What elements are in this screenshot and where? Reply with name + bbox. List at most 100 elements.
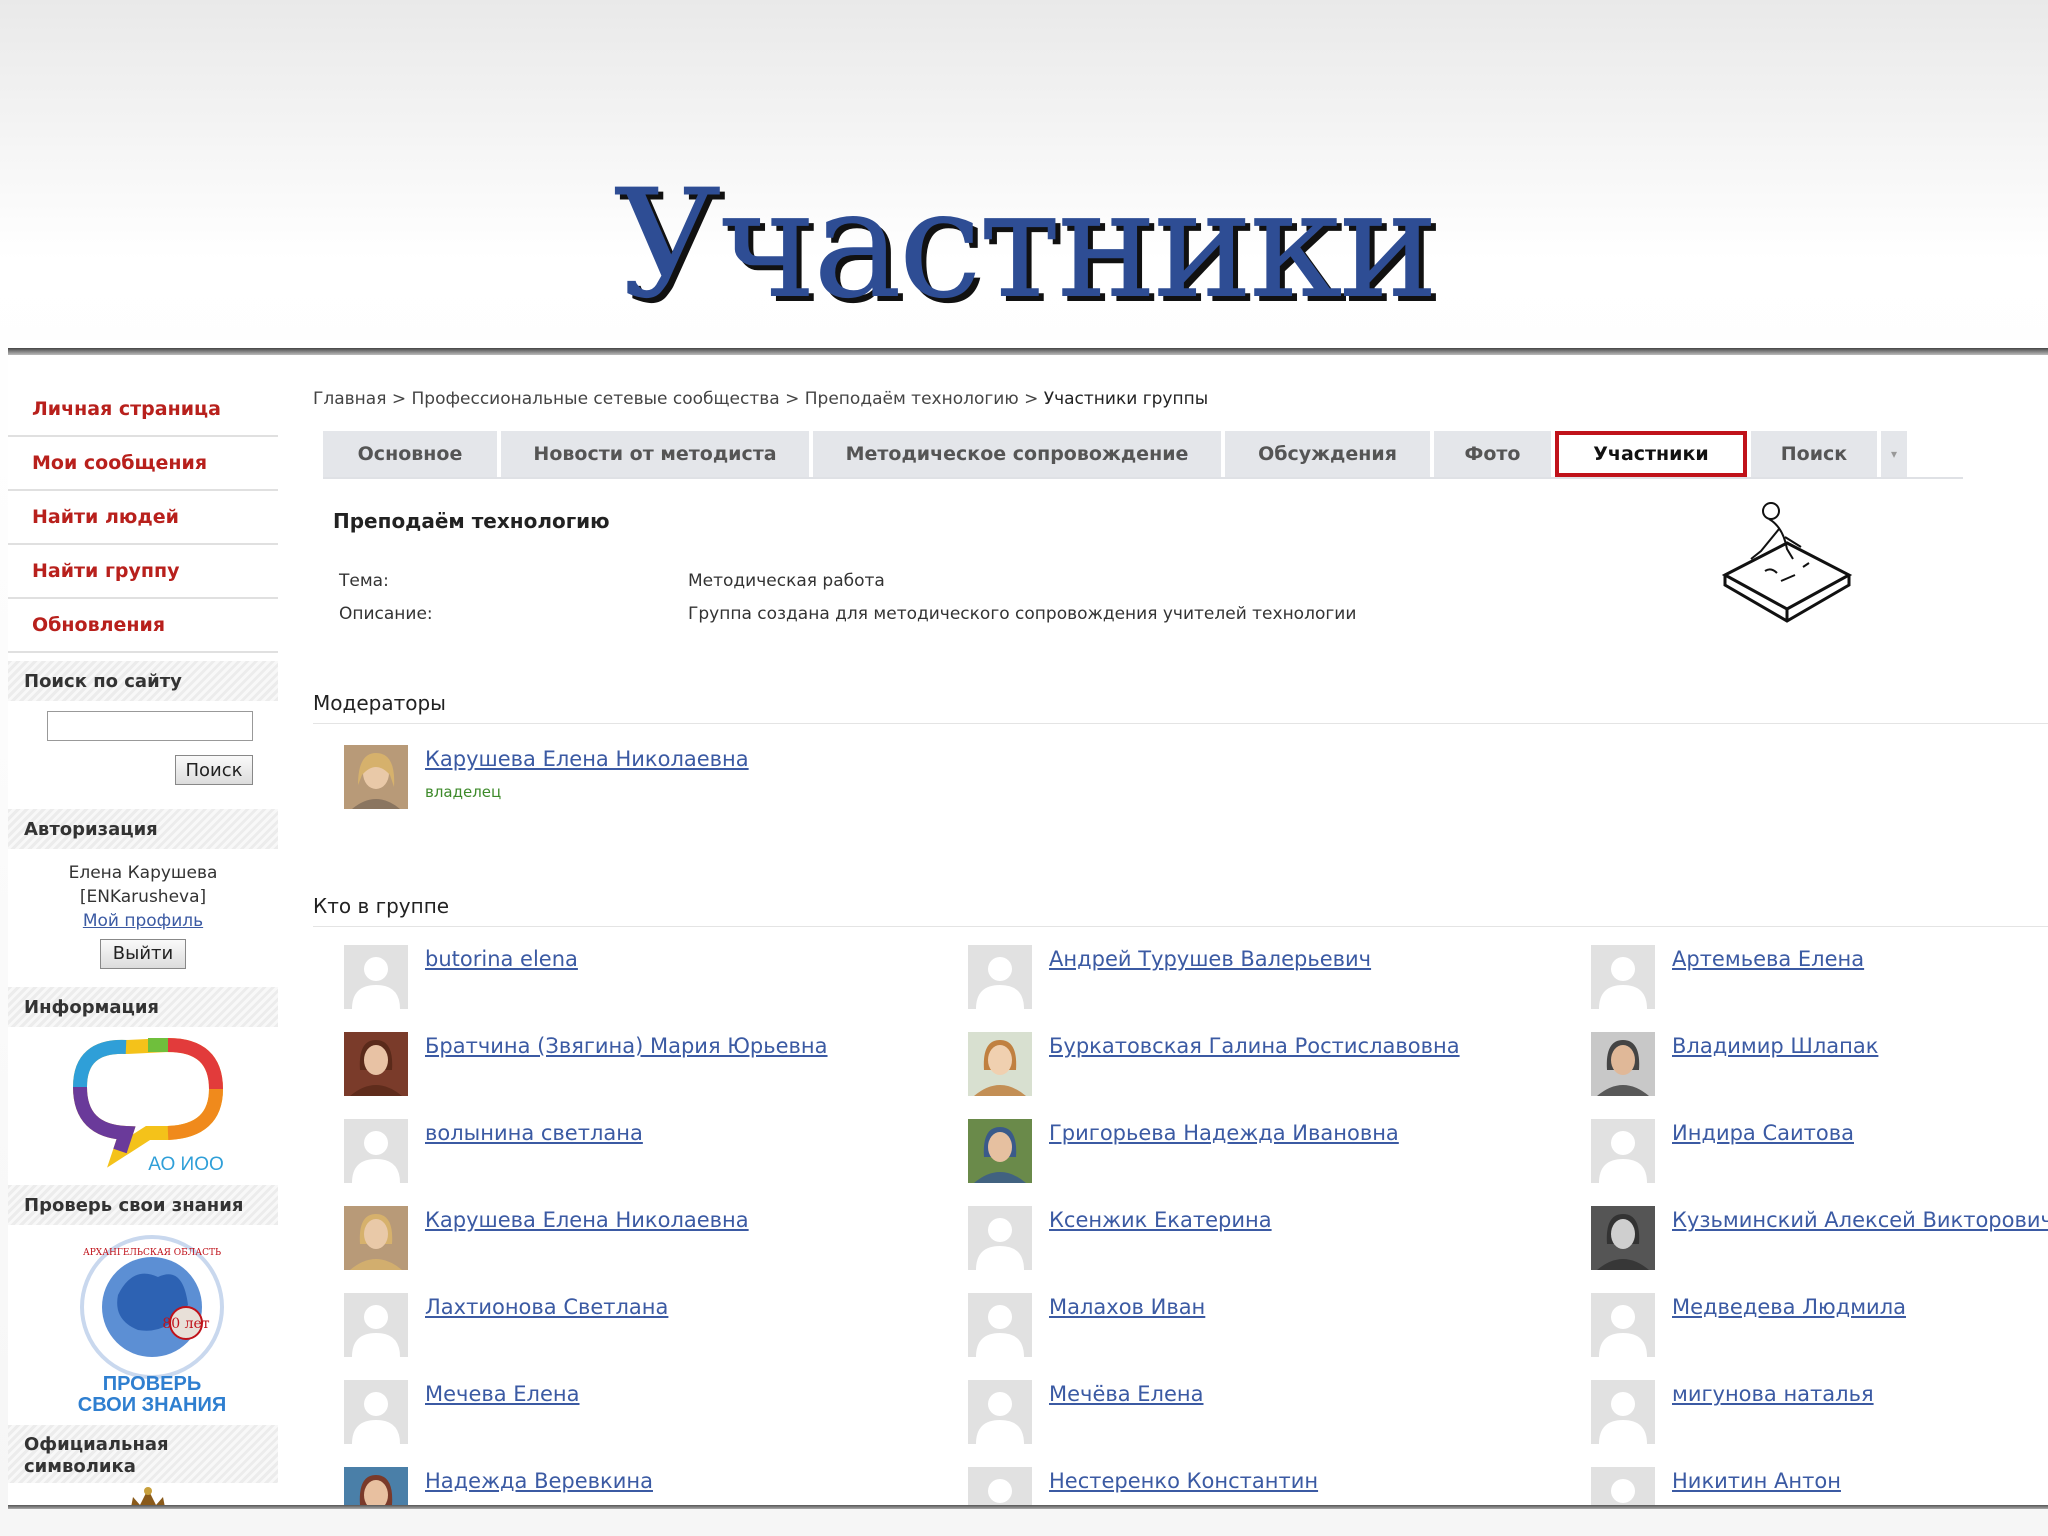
avatar[interactable]: [344, 945, 408, 1009]
avatar[interactable]: [344, 1119, 408, 1183]
tabs-more-chevron-icon[interactable]: ▾: [1881, 431, 1911, 477]
default-avatar-icon: [968, 1380, 1032, 1444]
member-name-link[interactable]: волынина светлана: [425, 1121, 643, 1145]
tab-main[interactable]: Основное: [323, 431, 501, 477]
moderators-heading: Модераторы: [313, 691, 446, 715]
avatar[interactable]: [968, 1206, 1032, 1270]
tab-methodical-support[interactable]: Методическое сопровождение: [813, 431, 1225, 477]
screenshot-bottom-edge: [8, 1505, 2048, 1509]
tab-photo[interactable]: Фото: [1434, 431, 1555, 477]
member-name-link[interactable]: Нестеренко Константин: [1049, 1469, 1318, 1493]
member-name-link[interactable]: butorina elena: [425, 947, 578, 971]
default-avatar-icon: [344, 945, 408, 1009]
member-name-link[interactable]: Надежда Веревкина: [425, 1469, 653, 1493]
member-name-link[interactable]: мигунова наталья: [1672, 1382, 1874, 1406]
tab-search[interactable]: Поиск: [1751, 431, 1881, 477]
avatar[interactable]: [344, 745, 408, 809]
avatar[interactable]: [968, 945, 1032, 1009]
group-description-row: Описание: Группа создана для методическо…: [339, 604, 1356, 624]
avatar[interactable]: [1591, 1119, 1655, 1183]
avatar[interactable]: [344, 1293, 408, 1357]
member-name-link[interactable]: Карушева Елена Николаевна: [425, 1208, 749, 1232]
member-name-link[interactable]: Малахов Иван: [1049, 1295, 1205, 1319]
avatar[interactable]: [1591, 1032, 1655, 1096]
left-sidebar: Личная страница Мои сообщения Найти люде…: [8, 383, 278, 1508]
member-item: Мечева Елена: [344, 1380, 944, 1446]
user-photo-icon: [344, 745, 408, 809]
avatar[interactable]: [344, 1467, 408, 1508]
member-name-link[interactable]: Владимир Шлапак: [1672, 1034, 1878, 1058]
default-avatar-icon: [1591, 1467, 1655, 1508]
avatar[interactable]: [344, 1206, 408, 1270]
avatar[interactable]: [1591, 1206, 1655, 1270]
sidebar-item-my-messages[interactable]: Мои сообщения: [8, 437, 278, 491]
member-item: Лахтионова Светлана: [344, 1293, 944, 1359]
member-name-link[interactable]: Никитин Антон: [1672, 1469, 1841, 1493]
breadcrumb-current: Участники группы: [1043, 389, 1209, 409]
avatar[interactable]: [968, 1293, 1032, 1357]
member-name-link[interactable]: Братчина (Звягина) Мария Юрьевна: [425, 1034, 828, 1058]
avatar[interactable]: [1591, 1380, 1655, 1444]
default-avatar-icon: [1591, 1293, 1655, 1357]
member-item: Ксенжик Екатерина: [968, 1206, 1568, 1272]
breadcrumb-separator: >: [785, 389, 800, 409]
default-avatar-icon: [968, 1293, 1032, 1357]
quiz-banner[interactable]: 80 лет АРХАНГЕЛЬСКАЯ ОБЛАСТЬ ПРОВЕРЬ СВО…: [8, 1225, 278, 1417]
member-name-link[interactable]: Мечева Елена: [425, 1382, 580, 1406]
member-item: Мечёва Елена: [968, 1380, 1568, 1446]
default-avatar-icon: [968, 945, 1032, 1009]
member-name-link[interactable]: Медведева Людмила: [1672, 1295, 1906, 1319]
member-item: волынина светлана: [344, 1119, 944, 1185]
avatar[interactable]: [344, 1380, 408, 1444]
avatar[interactable]: [968, 1032, 1032, 1096]
site-search-input[interactable]: [47, 711, 253, 741]
symbols-heading-line1: Официальная: [24, 1434, 169, 1455]
member-name-link[interactable]: Кузьминский Алексей Викторович: [1672, 1208, 2048, 1232]
site-search-block: Поиск: [8, 701, 278, 801]
avatar[interactable]: [968, 1119, 1032, 1183]
my-profile-link[interactable]: Мой профиль: [8, 909, 278, 933]
breadcrumb-group[interactable]: Преподаём технологию: [805, 389, 1019, 409]
breadcrumb-separator: >: [1024, 389, 1039, 409]
group-name: Преподаём технологию: [333, 509, 610, 533]
user-photo-icon: [344, 1467, 408, 1508]
sidebar-item-updates[interactable]: Обновления: [8, 599, 278, 653]
moderator-name-link[interactable]: Карушева Елена Николаевна: [425, 747, 749, 771]
tab-methodist-news[interactable]: Новости от методиста: [501, 431, 813, 477]
member-name-link[interactable]: Артемьева Елена: [1672, 947, 1864, 971]
member-name-link[interactable]: Григорьева Надежда Ивановна: [1049, 1121, 1399, 1145]
avatar[interactable]: [1591, 1293, 1655, 1357]
avatar[interactable]: [968, 1380, 1032, 1444]
sidebar-item-find-group[interactable]: Найти группу: [8, 545, 278, 599]
default-avatar-icon: [1591, 1380, 1655, 1444]
user-photo-icon: [968, 1032, 1032, 1096]
member-name-link[interactable]: Андрей Турушев Валерьевич: [1049, 947, 1371, 971]
member-name-link[interactable]: Буркатовская Галина Ростиславовна: [1049, 1034, 1460, 1058]
info-heading: Информация: [8, 987, 278, 1027]
avatar[interactable]: [1591, 1467, 1655, 1508]
user-photo-icon: [968, 1119, 1032, 1183]
breadcrumb-home[interactable]: Главная: [313, 389, 386, 409]
member-name-link[interactable]: Ксенжик Екатерина: [1049, 1208, 1272, 1232]
tab-discussions[interactable]: Обсуждения: [1225, 431, 1434, 477]
member-item: butorina elena: [344, 945, 944, 1011]
member-item: Индира Саитова: [1591, 1119, 2048, 1185]
main-content: Главная > Профессиональные сетевые сообщ…: [313, 355, 2048, 1508]
breadcrumb-communities[interactable]: Профессиональные сетевые сообщества: [412, 389, 780, 409]
member-name-link[interactable]: Индира Саитова: [1672, 1121, 1854, 1145]
avatar[interactable]: [1591, 945, 1655, 1009]
member-name-link[interactable]: Лахтионова Светлана: [425, 1295, 668, 1319]
sidebar-item-find-people[interactable]: Найти людей: [8, 491, 278, 545]
member-item: Кузьминский Алексей Викторович: [1591, 1206, 2048, 1272]
logout-button[interactable]: Выйти: [99, 939, 187, 969]
description-value: Группа создана для методического сопрово…: [688, 604, 1357, 624]
user-photo-icon: [344, 1206, 408, 1270]
ao-ioo-logo[interactable]: АО ИОО: [8, 1027, 278, 1177]
avatar[interactable]: [968, 1467, 1032, 1508]
avatar[interactable]: [344, 1032, 408, 1096]
sidebar-item-personal-page[interactable]: Личная страница: [8, 383, 278, 437]
member-item: Андрей Турушев Валерьевич: [968, 945, 1568, 1011]
tab-members[interactable]: Участники: [1555, 431, 1747, 477]
member-name-link[interactable]: Мечёва Елена: [1049, 1382, 1204, 1406]
site-search-button[interactable]: Поиск: [175, 755, 253, 785]
